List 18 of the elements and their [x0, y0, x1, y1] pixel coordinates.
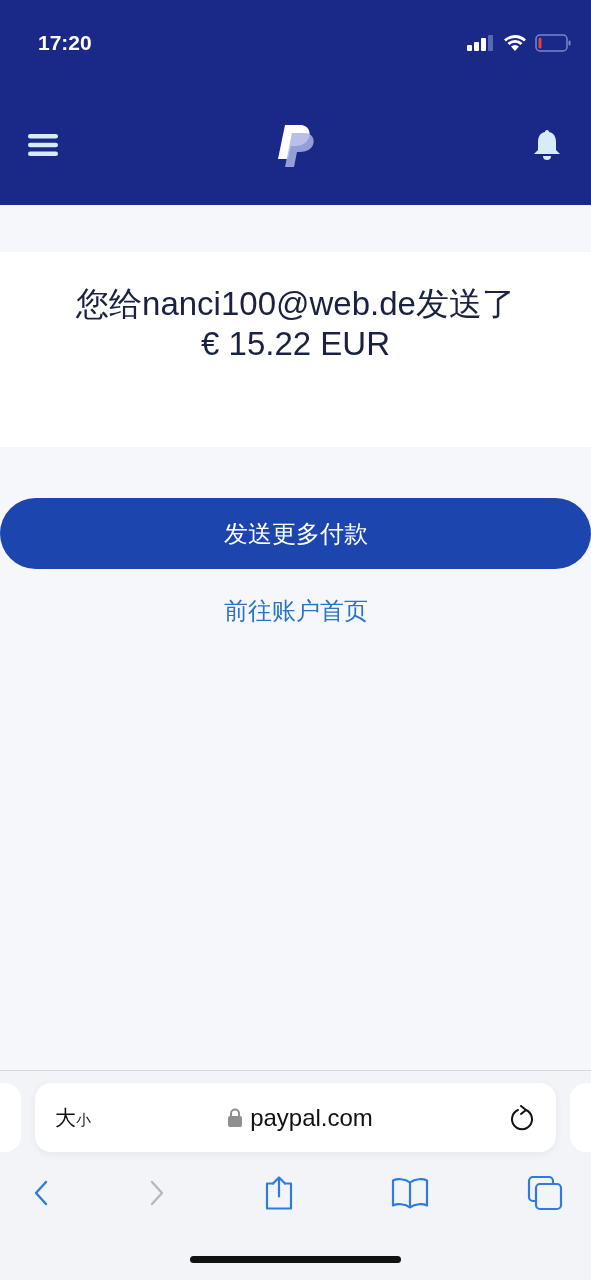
address-bar[interactable]: 大小 paypal.com	[35, 1083, 556, 1152]
share-button[interactable]	[263, 1175, 294, 1211]
reload-icon[interactable]	[510, 1104, 534, 1131]
account-home-link[interactable]: 前往账户首页	[223, 593, 368, 629]
text-size-button[interactable]: 大小	[55, 1101, 91, 1134]
status-time: 17:20	[38, 29, 92, 56]
send-more-button[interactable]: 发送更多付款	[0, 498, 591, 569]
tabs-button[interactable]	[527, 1175, 563, 1211]
book-button[interactable]	[391, 1175, 430, 1211]
amount-text: € 15.22 EUR	[201, 323, 390, 364]
battery-icon	[535, 33, 571, 52]
confirmation-message: 您给nanci100@web.de发送了	[76, 285, 515, 323]
bell-icon[interactable]	[533, 129, 561, 161]
signal-icon	[467, 34, 495, 51]
url-text: paypal.com	[250, 1102, 373, 1133]
lock-icon	[228, 1108, 243, 1127]
wifi-icon	[503, 34, 527, 51]
menu-icon[interactable]	[28, 134, 58, 156]
